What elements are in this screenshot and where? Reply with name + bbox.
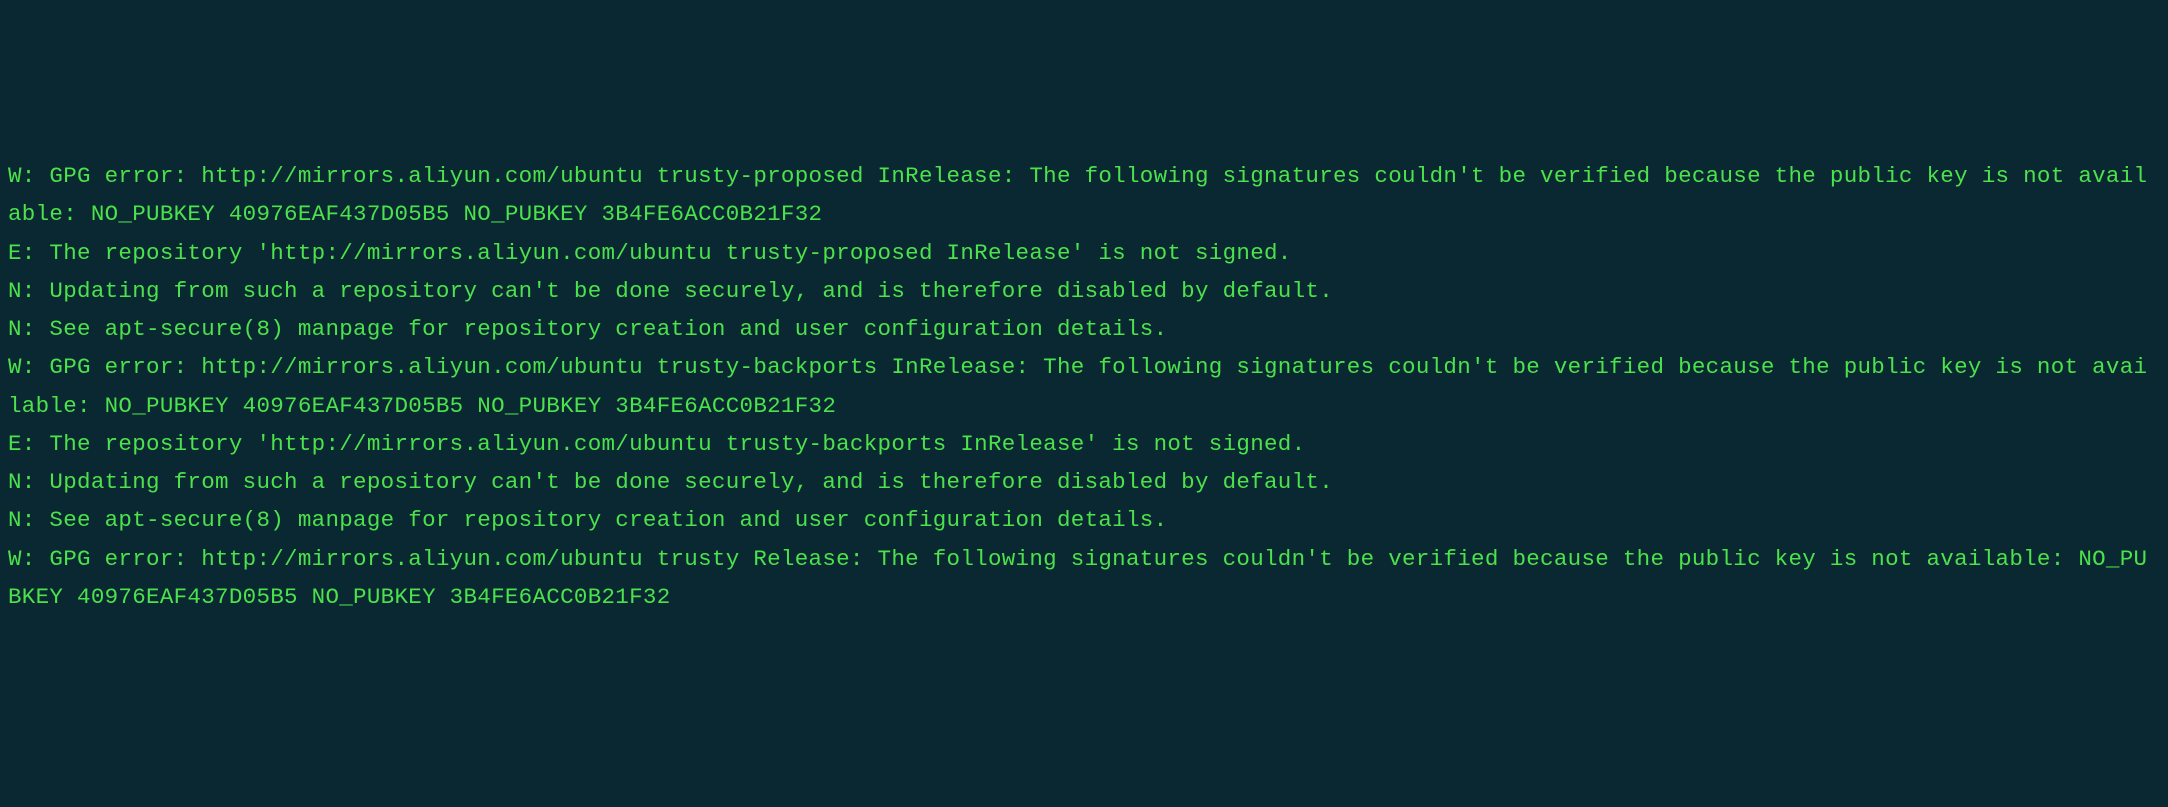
terminal-line: W: GPG error: http://mirrors.aliyun.com/… xyxy=(8,163,2147,227)
terminal-line: E: The repository 'http://mirrors.aliyun… xyxy=(8,240,1292,266)
terminal-output: W: GPG error: http://mirrors.aliyun.com/… xyxy=(8,157,2160,616)
terminal-line: N: See apt-secure(8) manpage for reposit… xyxy=(8,316,1167,342)
terminal-line: N: See apt-secure(8) manpage for reposit… xyxy=(8,507,1167,533)
terminal-line: W: GPG error: http://mirrors.aliyun.com/… xyxy=(8,354,2147,418)
terminal-line: N: Updating from such a repository can't… xyxy=(8,278,1333,304)
terminal-line: E: The repository 'http://mirrors.aliyun… xyxy=(8,431,1305,457)
terminal-line: N: Updating from such a repository can't… xyxy=(8,469,1333,495)
terminal-line: W: GPG error: http://mirrors.aliyun.com/… xyxy=(8,546,2147,610)
